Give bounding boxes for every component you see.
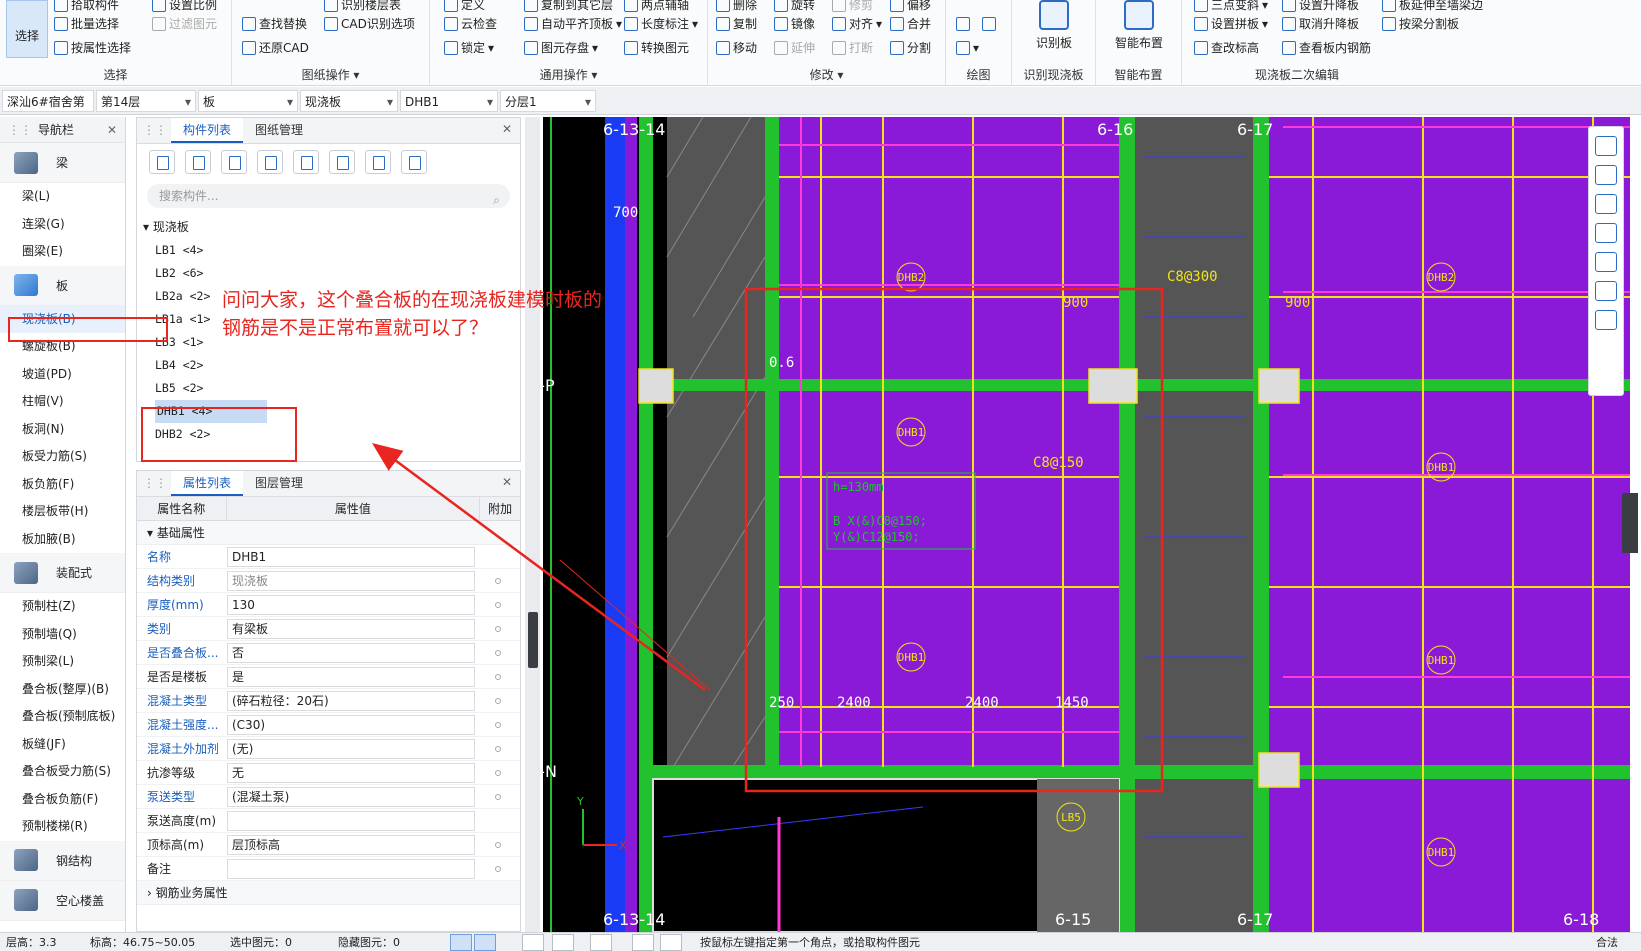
status-floor-height: 层高：3.3: [6, 936, 57, 949]
snap-button[interactable]: [450, 934, 472, 951]
ortho-button[interactable]: [474, 934, 496, 951]
grid-snap-button[interactable]: [590, 934, 612, 951]
view-toolbar: [1588, 126, 1624, 396]
status-hint: 按鼠标左键指定第一个角点，或拾取构件图元: [700, 936, 920, 949]
status-right: 合法: [1596, 936, 1618, 949]
display-button[interactable]: [632, 934, 654, 951]
view-box-icon[interactable]: [1595, 223, 1617, 243]
lineweight-button[interactable]: [660, 934, 682, 951]
right-collapse-handle[interactable]: [1622, 493, 1638, 553]
view-cube-icon[interactable]: [1595, 194, 1617, 214]
status-hidden: 隐藏图元：0: [338, 936, 400, 949]
view-2d-icon[interactable]: [1595, 136, 1617, 156]
status-bar: 层高：3.3 标高：46.75~50.05 选中图元：0 隐藏图元：0 按鼠标左…: [0, 932, 1641, 951]
app-window: 选择 拾取构件 批量选择 按属性选择 设置比例 过滤图元 选择 查找替换 还原C…: [0, 0, 1641, 951]
polar-button[interactable]: [552, 934, 574, 951]
view-settings-icon[interactable]: [1595, 310, 1617, 330]
annotation-arrow: [371, 443, 711, 692]
status-elevation: 标高：46.75~50.05: [90, 936, 196, 949]
view-3d-icon[interactable]: [1595, 165, 1617, 185]
close-snap-button[interactable]: [522, 934, 544, 951]
zoom-region-icon[interactable]: [1595, 252, 1617, 272]
rotate-view-icon[interactable]: [1595, 281, 1617, 301]
status-selected: 选中图元：0: [230, 936, 292, 949]
